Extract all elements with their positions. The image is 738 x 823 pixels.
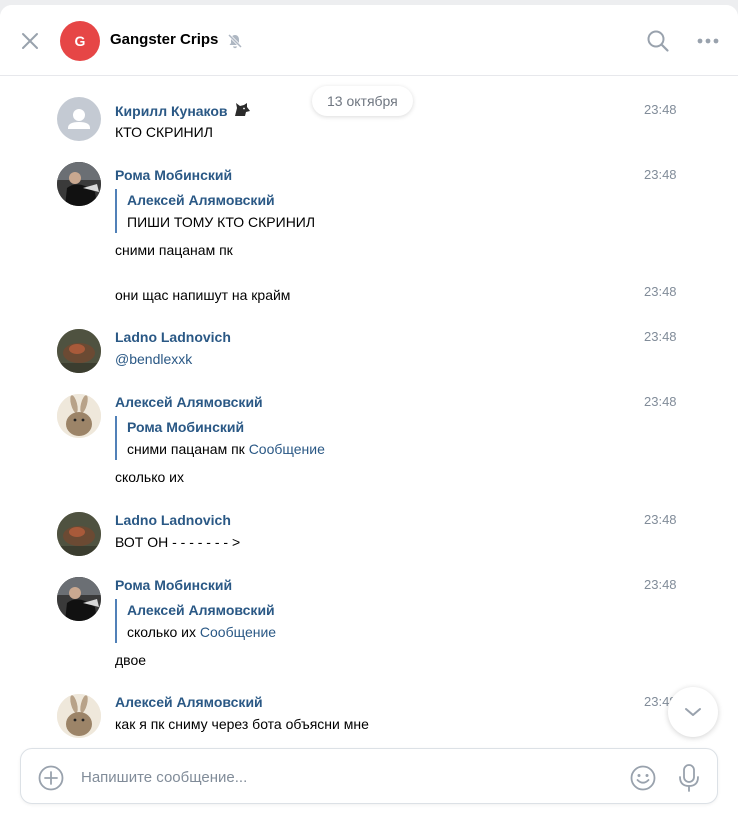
reply-quote[interactable]: Алексей Алямовский сколько их Сообщение [115, 599, 276, 643]
message-text: сними пацанам пк [115, 242, 233, 258]
message-feed[interactable]: Кирилл Кунаков 23:48 КТО СКРИНИЛ 13 октя… [0, 76, 738, 746]
avatar[interactable] [57, 577, 101, 621]
wolf-emoji-icon [235, 103, 251, 116]
chat-title[interactable]: Gangster Crips [110, 31, 218, 48]
reply-author: Алексей Алямовский [127, 192, 275, 208]
more-icon [697, 38, 719, 44]
reply-text-line: сколько их Сообщение [127, 621, 276, 643]
reply-text: ПИШИ ТОМУ КТО СКРИНИЛ [127, 214, 316, 230]
message-time: 23:48 [644, 329, 677, 344]
message-author[interactable]: Алексей Алямовский [115, 694, 263, 710]
message-author[interactable]: Ladno Ladnovich [115, 329, 231, 345]
message-text: как я пк сниму через бота объясни мне [115, 716, 369, 732]
message-text: ВОТ ОН - - - - - - - > [115, 534, 241, 550]
avatar[interactable] [57, 512, 101, 556]
more-button[interactable] [696, 29, 720, 53]
reply-quote[interactable]: Рома Мобинский сними пацанам пк Сообщени… [115, 416, 325, 460]
reply-message-link[interactable]: Сообщение [249, 441, 325, 457]
message-time: 23:48 [644, 577, 677, 592]
message-author[interactable]: Рома Мобинский [115, 577, 232, 593]
mention-link[interactable]: @bendlexxk [115, 351, 192, 367]
user-photo-icon [57, 162, 101, 206]
reply-author: Алексей Алямовский [127, 602, 275, 618]
chat-header: G Gangster Crips [0, 5, 738, 76]
chat-window: G Gangster Crips Кирилл Кунаков 23:48 КТ… [0, 5, 738, 823]
message-author[interactable]: Алексей Алямовский [115, 394, 263, 410]
reply-text: сними пацанам пк [127, 441, 245, 457]
message-time: 23:48 [644, 512, 677, 527]
message-time: 23:48 [644, 102, 677, 117]
message-composer [20, 748, 718, 804]
user-photo-icon [57, 512, 101, 556]
microphone-icon[interactable] [677, 763, 701, 793]
message-text: они щас напишут на крайм [115, 287, 291, 303]
chat-avatar-letter: G [74, 33, 86, 49]
avatar[interactable] [57, 162, 101, 206]
message-input[interactable] [81, 763, 621, 791]
close-button[interactable] [16, 27, 44, 55]
message-author[interactable]: Ladno Ladnovich [115, 512, 231, 528]
message-text: КТО СКРИНИЛ [115, 124, 213, 140]
message-time: 23:48 [644, 394, 677, 409]
avatar[interactable] [57, 694, 101, 738]
default-user-icon [68, 109, 90, 129]
reply-quote[interactable]: Алексей Алямовский ПИШИ ТОМУ КТО СКРИНИЛ [115, 189, 315, 233]
user-photo-icon [57, 329, 101, 373]
rabbit-photo-icon [57, 694, 101, 738]
attach-plus-icon[interactable] [38, 765, 64, 791]
search-icon[interactable] [646, 29, 670, 53]
rabbit-photo-icon [57, 394, 101, 438]
muted-bell-icon [227, 33, 243, 49]
reply-message-link[interactable]: Сообщение [200, 624, 276, 640]
message-text: двое [115, 652, 147, 668]
user-photo-icon [57, 577, 101, 621]
message-time: 23:48 [644, 167, 677, 182]
reply-author: Рома Мобинский [127, 419, 245, 435]
message-author[interactable]: Кирилл Кунаков [115, 102, 251, 119]
avatar[interactable] [57, 394, 101, 438]
message-author[interactable]: Рома Мобинский [115, 167, 232, 183]
message-text: сколько их [115, 469, 185, 485]
avatar[interactable] [57, 329, 101, 373]
close-icon [22, 33, 38, 49]
emoji-icon[interactable] [629, 764, 657, 792]
reply-text-line: сними пацанам пк Сообщение [127, 438, 325, 460]
chevron-down-icon [685, 708, 701, 716]
scroll-down-button[interactable] [668, 687, 718, 737]
reply-text: сколько их [127, 624, 197, 640]
message-author-name: Кирилл Кунаков [115, 103, 228, 119]
date-divider: 13 октября [312, 86, 413, 116]
message-time: 23:48 [644, 284, 677, 299]
avatar[interactable] [57, 97, 101, 141]
chat-avatar[interactable]: G [60, 21, 100, 61]
